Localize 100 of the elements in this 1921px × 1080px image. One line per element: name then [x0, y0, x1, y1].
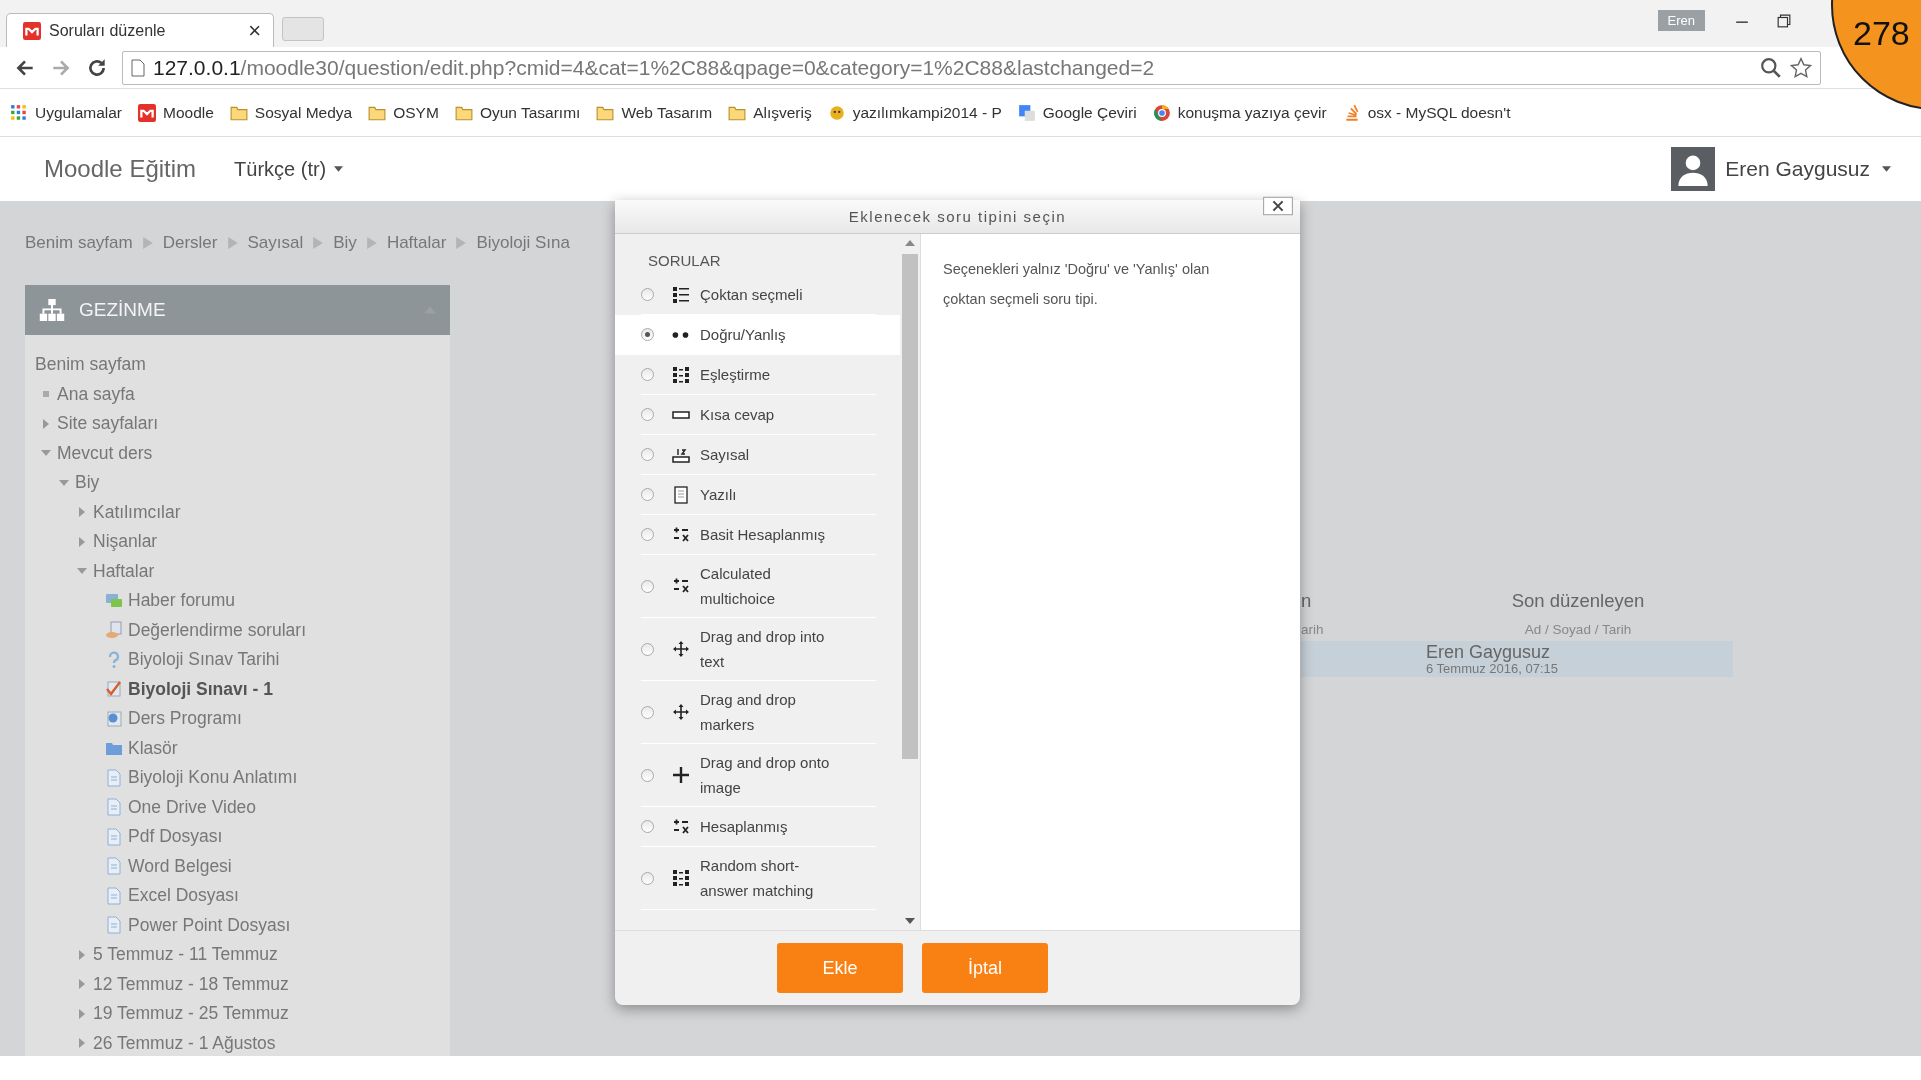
close-tab-button[interactable]: × [248, 17, 261, 44]
breadcrumb-separator-icon [142, 237, 153, 249]
bookmark-link[interactable]: Google Çeviri [1017, 103, 1137, 122]
formula-icon [672, 577, 690, 595]
scroll-down-icon[interactable] [905, 918, 915, 924]
collapsed-caret-icon[interactable] [77, 979, 87, 990]
moodle-logo-icon [23, 21, 41, 40]
navigation-link[interactable]: Katılımcılar [93, 501, 181, 523]
navigation-link[interactable]: Değerlendirme soruları [128, 619, 306, 641]
star-icon[interactable] [1790, 56, 1812, 79]
question-type-option[interactable]: Kısa cevap [641, 395, 876, 435]
collapsed-caret-icon[interactable] [77, 536, 87, 547]
question-type-option[interactable]: Eşleştirme [641, 355, 876, 395]
browser-logo-icon [1152, 103, 1171, 122]
navigation-link[interactable]: Haftalar [93, 560, 155, 582]
cancel-button[interactable]: İptal [922, 943, 1048, 993]
question-type-option[interactable]: Sayısal [641, 435, 876, 475]
new-tab-button[interactable] [282, 17, 324, 41]
expanded-caret-icon[interactable] [59, 477, 69, 488]
radio-button[interactable] [641, 642, 654, 656]
restore-icon[interactable] [1777, 13, 1791, 28]
scroll-up-icon[interactable] [905, 240, 915, 246]
breadcrumb-link[interactable]: Dersler [162, 233, 218, 253]
close-icon[interactable] [1263, 196, 1293, 216]
bookmark-link[interactable]: Web Tasarım [596, 103, 713, 122]
question-type-option[interactable]: Hesaplanmış [641, 807, 876, 847]
navigation-link[interactable]: Ana sayfa [57, 383, 135, 405]
bookmark-link[interactable]: konuşma yazıya çevir [1152, 103, 1327, 122]
user-avatar-icon[interactable] [1671, 147, 1716, 191]
radio-button[interactable] [641, 288, 654, 301]
breadcrumb-link[interactable]: Sayısal [247, 233, 304, 253]
collapsed-caret-icon[interactable] [77, 1008, 87, 1019]
radio-button[interactable] [641, 768, 654, 782]
question-type-option[interactable]: Drag and drop markers [641, 681, 876, 744]
radio-button[interactable] [641, 488, 654, 501]
section-heading: SORULAR [647, 252, 722, 269]
navigation-link[interactable]: 5 Temmuz - 11 Temmuz [93, 944, 278, 966]
user-menu[interactable]: Eren Gaygusuz [1725, 157, 1891, 181]
radio-button[interactable] [641, 705, 654, 719]
breadcrumb-link[interactable]: Benim sayfam [25, 233, 133, 253]
navigation-link[interactable]: Power Point Dosyası [128, 914, 291, 936]
question-type-option[interactable]: Drag and drop onto image [641, 744, 876, 807]
radio-button[interactable] [641, 408, 654, 421]
navigation-link[interactable]: Biy [75, 472, 100, 494]
scrollbar[interactable] [900, 234, 920, 930]
navigation-link[interactable]: Ders Programı [128, 708, 242, 730]
radio-button[interactable] [641, 368, 654, 381]
question-type-option[interactable]: Basit Hesaplanmış [641, 515, 876, 555]
bookmark-link[interactable]: Sosyal Medya [229, 103, 353, 122]
navigation-link[interactable]: Site sayfaları [57, 413, 159, 435]
question-type-option[interactable]: Doğru/Yanlış [615, 315, 900, 355]
navigation-link[interactable]: Klasör [128, 737, 178, 759]
bookmark-link[interactable]: Alışveriş [728, 103, 812, 122]
question-type-option[interactable]: Yazılı [641, 475, 876, 515]
zoom-icon[interactable] [1760, 56, 1782, 79]
bookmark-link[interactable]: Uygulamalar [10, 103, 122, 122]
add-button[interactable]: Ekle [777, 943, 903, 993]
breadcrumb-link[interactable]: Haftalar [386, 233, 447, 253]
question-type-option[interactable]: Drag and drop into text [641, 618, 876, 681]
radio-button[interactable] [641, 871, 654, 885]
navigation-link[interactable]: One Drive Video [128, 796, 257, 818]
question-type-option[interactable]: Calculated multichoice [641, 555, 876, 618]
collapsed-caret-icon[interactable] [77, 949, 87, 960]
site-title-link[interactable]: Moodle Eğitim [44, 155, 197, 183]
bookmark-link[interactable]: osx - MySQL doesn't [1342, 103, 1511, 122]
collapsed-caret-icon[interactable] [41, 418, 51, 429]
address-bar[interactable]: 127.0.0.1/moodle30/question/edit.php?cmid=4&cat=1%2C88&qpage=0&category=1%2C88&lastchanged=2 [122, 50, 1821, 85]
navigation-link[interactable]: Biyoloji Sınav Tarihi [128, 649, 280, 671]
profile-button[interactable]: Eren [1657, 10, 1705, 31]
collapsed-caret-icon[interactable] [77, 1038, 87, 1049]
bookmark-link[interactable]: Moodle [138, 103, 214, 122]
navigation-link[interactable]: Nişanlar [93, 531, 158, 553]
radio-button[interactable] [641, 328, 654, 341]
radio-button[interactable] [641, 448, 654, 461]
navigation-link[interactable]: 26 Temmuz - 1 Ağustos [93, 1032, 276, 1054]
browser-tab[interactable]: Soruları düzenle × [6, 13, 274, 47]
reload-icon[interactable] [86, 56, 108, 79]
navigation-link[interactable]: Pdf Dosyası [128, 826, 223, 848]
navigation-link[interactable]: Word Belgesi [128, 855, 232, 877]
navigation-link[interactable]: 12 Temmuz - 18 Temmuz [93, 973, 289, 995]
question-type-option[interactable]: Random short-answer matching [641, 847, 876, 910]
radio-button[interactable] [641, 528, 654, 541]
navigation-link[interactable]: Excel Dosyası [128, 885, 239, 907]
navigation-link[interactable]: Haber forumu [128, 590, 235, 612]
bookmark-link[interactable]: OSYM [368, 103, 439, 122]
navigation-link[interactable]: Benim sayfam [35, 354, 146, 376]
navigation-link[interactable]: Mevcut ders [57, 442, 153, 464]
navigation-link[interactable]: Biyoloji Konu Anlatımı [128, 767, 298, 789]
navigation-link[interactable]: Biyoloji Sınavı - 1 [128, 678, 273, 700]
bookmark-link[interactable]: Oyun Tasarımı [454, 103, 581, 122]
breadcrumb-link[interactable]: Biyoloji Sına [476, 233, 570, 253]
scrollbar-thumb[interactable] [902, 254, 918, 759]
navigation-link[interactable]: 19 Temmuz - 25 Temmuz [93, 1003, 289, 1025]
language-menu[interactable]: Türkçe (tr) [234, 157, 344, 181]
collapsed-caret-icon[interactable] [77, 507, 87, 518]
radio-button[interactable] [641, 820, 654, 833]
bookmark-link[interactable]: yazılımkampi2014 - P [827, 103, 1002, 122]
document-icon [105, 886, 123, 905]
radio-button[interactable] [641, 579, 654, 593]
breadcrumb-link[interactable]: Biy [333, 233, 357, 253]
